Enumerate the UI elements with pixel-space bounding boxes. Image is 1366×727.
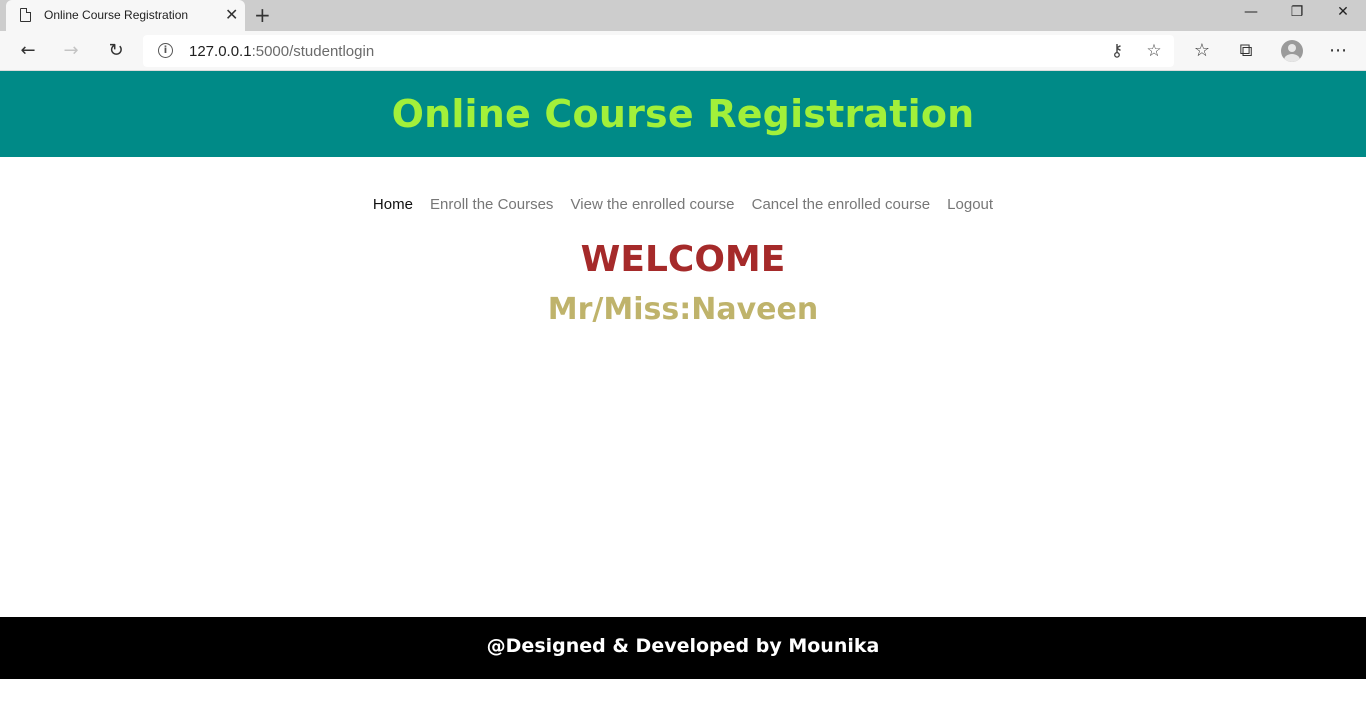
welcome-heading: WELCOME: [580, 239, 786, 280]
close-window-button[interactable]: ✕: [1320, 2, 1366, 28]
back-arrow-icon[interactable]: ←: [14, 39, 42, 63]
close-tab-icon[interactable]: ✕: [225, 5, 238, 25]
more-icon[interactable]: ⋯: [1324, 39, 1352, 63]
collections-icon[interactable]: ⧉: [1232, 39, 1260, 63]
info-icon[interactable]: i: [158, 43, 173, 58]
nav-logout[interactable]: Logout: [947, 193, 993, 217]
page-icon: [20, 8, 31, 22]
favorites-icon[interactable]: ☆: [1188, 39, 1216, 63]
browser-toolbar: ← → ↻ i 127.0.0.1:5000/studentlogin ⚷ ☆ …: [0, 31, 1366, 71]
nav-home[interactable]: Home: [373, 193, 413, 217]
star-icon[interactable]: ☆: [1142, 39, 1166, 63]
profile-icon[interactable]: [1281, 40, 1303, 62]
student-greeting: Mr/Miss:Naveen: [547, 292, 819, 327]
nav-enroll-courses[interactable]: Enroll the Courses: [430, 193, 553, 217]
site-header: Online Course Registration: [0, 71, 1366, 157]
key-icon[interactable]: ⚷: [1105, 39, 1129, 63]
browser-tab-bar: Online Course Registration ✕ + — ❐ ✕: [0, 0, 1366, 31]
minimize-button[interactable]: —: [1228, 2, 1274, 28]
tab-title: Online Course Registration: [44, 8, 189, 22]
browser-tab[interactable]: Online Course Registration ✕: [6, 0, 245, 31]
site-footer: @Designed & Developed by Mounika: [0, 617, 1366, 679]
forward-arrow-icon[interactable]: →: [57, 39, 85, 63]
nav-cancel-enrolled[interactable]: Cancel the enrolled course: [752, 193, 930, 217]
new-tab-icon[interactable]: +: [254, 3, 271, 27]
site-title: Online Course Registration: [391, 92, 975, 136]
footer-credit: @Designed & Developed by Mounika: [486, 635, 880, 657]
url-text: 127.0.0.1:5000/studentlogin: [189, 43, 375, 60]
main-nav: Home Enroll the Courses View the enrolle…: [0, 193, 1366, 217]
restore-button[interactable]: ❐: [1274, 2, 1320, 28]
refresh-icon[interactable]: ↻: [102, 39, 130, 63]
nav-view-enrolled[interactable]: View the enrolled course: [571, 193, 735, 217]
address-bar[interactable]: i 127.0.0.1:5000/studentlogin ⚷ ☆: [143, 35, 1174, 67]
